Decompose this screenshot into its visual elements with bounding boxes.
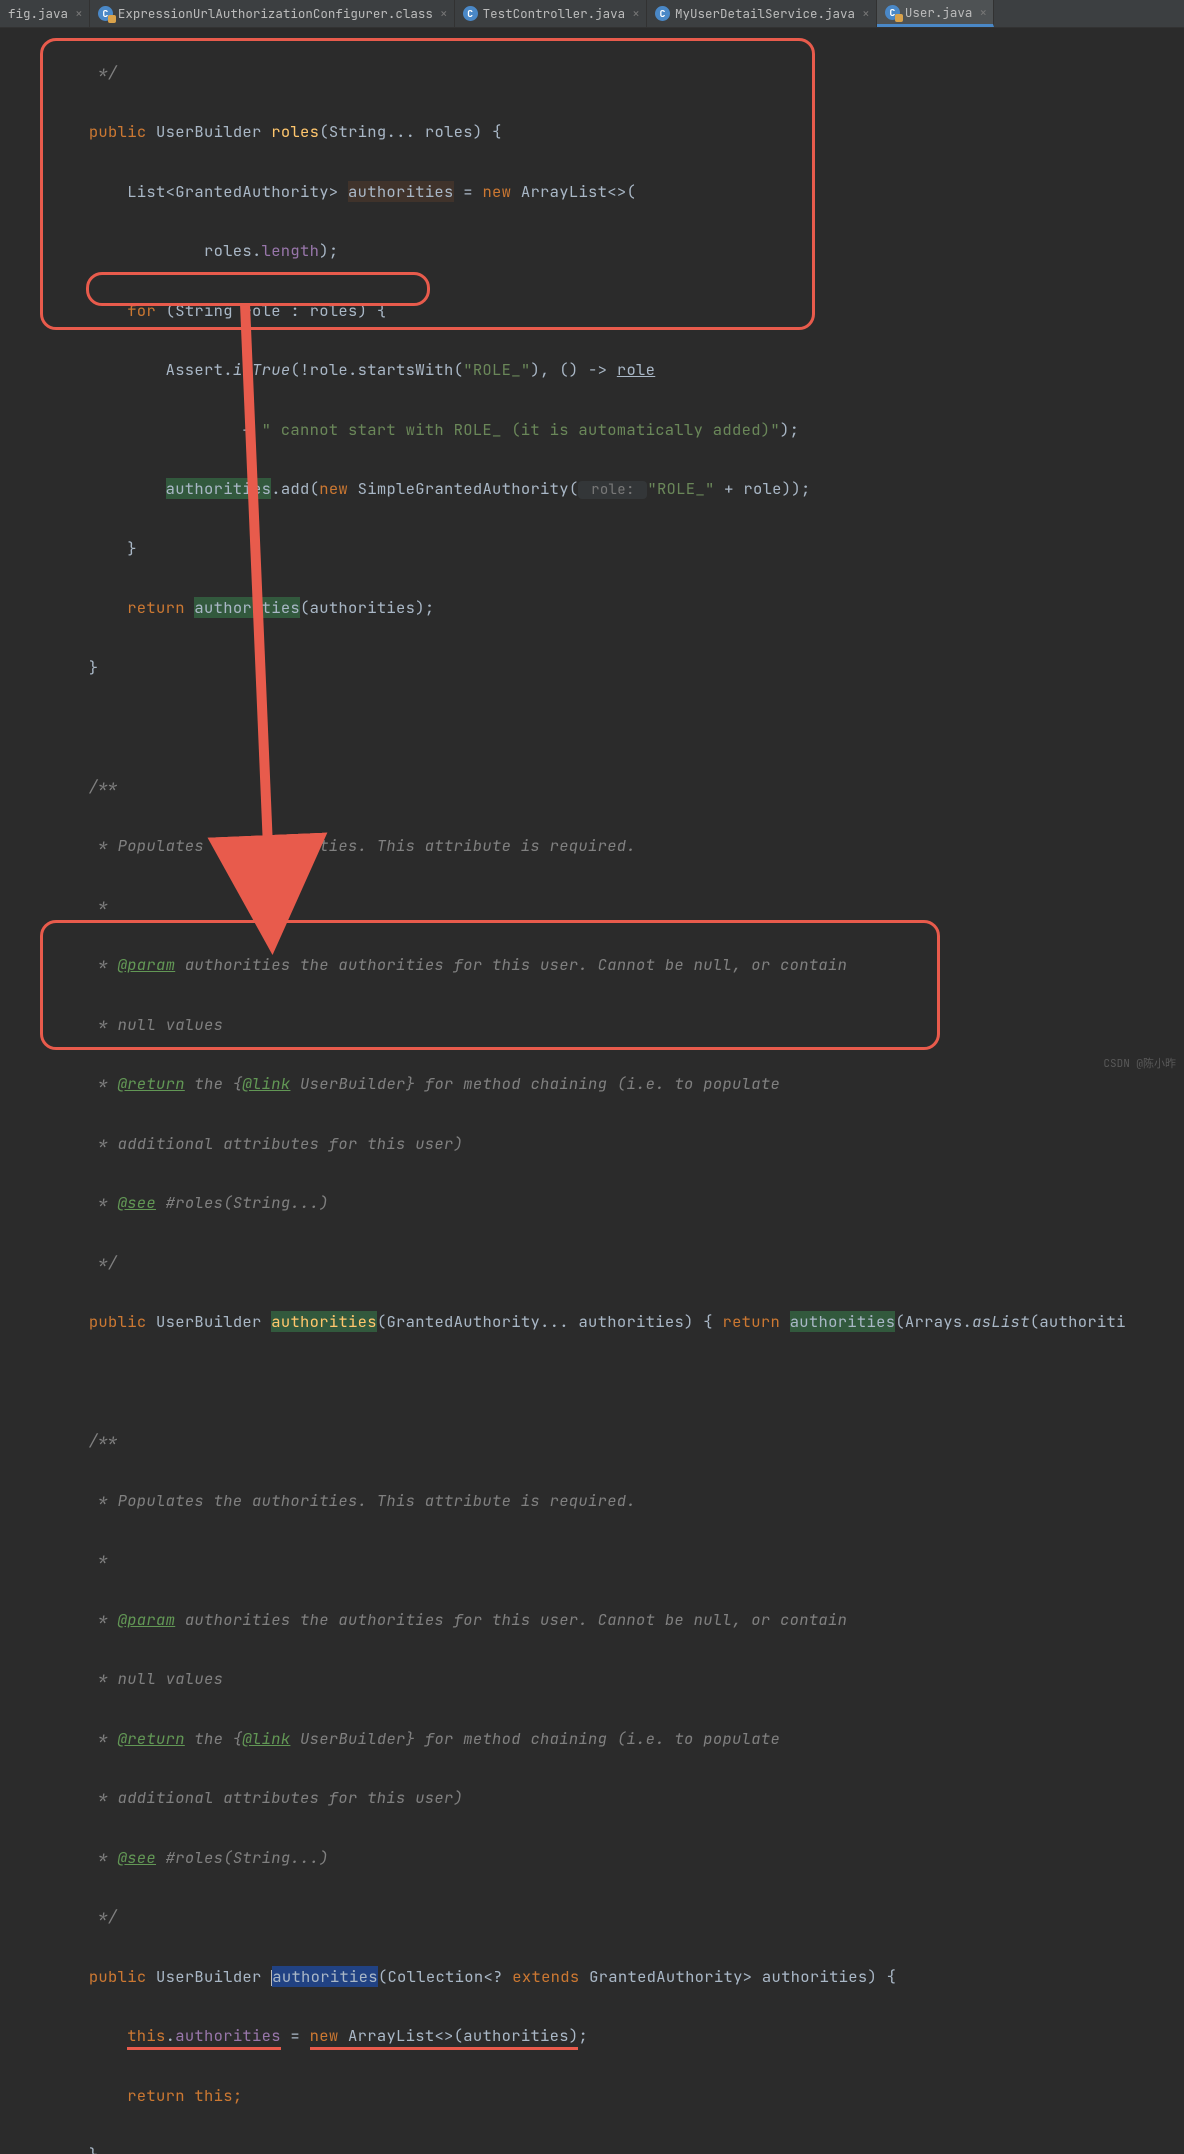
code-line: /** — [12, 1426, 1184, 1456]
code-line: public UserBuilder authorities(GrantedAu… — [12, 1307, 1184, 1337]
code-line: */ — [12, 1248, 1184, 1278]
code-line: + " cannot start with ROLE_ (it is autom… — [12, 415, 1184, 445]
code-line: for (String role : roles) { — [12, 296, 1184, 326]
tab-label: User.java — [905, 4, 973, 21]
code-line: * additional attributes for this user) — [12, 1129, 1184, 1159]
code-line: /** — [12, 772, 1184, 802]
code-line: * null values — [12, 1010, 1184, 1040]
tab-label: TestController.java — [483, 5, 626, 22]
code-line: * @see #roles(String...) — [12, 1188, 1184, 1218]
code-line: List<GrantedAuthority> authorities = new… — [12, 177, 1184, 207]
close-icon[interactable]: × — [632, 5, 640, 22]
code-line: return authorities(authorities); — [12, 593, 1184, 623]
code-line: authorities.add(new SimpleGrantedAuthori… — [12, 474, 1184, 504]
code-line: * @return the {@link UserBuilder} for me… — [12, 1069, 1184, 1099]
watermark: CSDN @陈小昨 — [1103, 1055, 1176, 1071]
code-line: * — [12, 891, 1184, 921]
tab-user-java[interactable]: C User.java × — [877, 0, 994, 27]
class-file-icon: C — [463, 6, 478, 21]
code-line: } — [12, 653, 1184, 683]
tab-expression-url[interactable]: C ExpressionUrlAuthorizationConfigurer.c… — [90, 0, 455, 27]
code-line: * Populates the authorities. This attrib… — [12, 831, 1184, 861]
close-icon[interactable]: × — [75, 5, 83, 22]
code-line: Assert.isTrue(!role.startsWith("ROLE_"),… — [12, 355, 1184, 385]
code-line: * null values — [12, 1664, 1184, 1694]
code-line: roles.length); — [12, 236, 1184, 266]
tab-fig[interactable]: fig.java × — [0, 0, 90, 27]
code-line: * @return the {@link UserBuilder} for me… — [12, 1724, 1184, 1754]
code-editor[interactable]: */ public UserBuilder roles(String... ro… — [0, 28, 1184, 2154]
code-line: */ — [12, 58, 1184, 88]
tab-label: MyUserDetailService.java — [675, 5, 855, 22]
code-line: } — [12, 534, 1184, 564]
code-line: public UserBuilder roles(String... roles… — [12, 117, 1184, 147]
code-line: * additional attributes for this user) — [12, 1783, 1184, 1813]
editor-tabs: fig.java × C ExpressionUrlAuthorizationC… — [0, 0, 1184, 28]
code-line: */ — [12, 1902, 1184, 1932]
code-line: } — [12, 2140, 1184, 2154]
param-hint: role: — [578, 481, 647, 499]
code-line — [12, 1367, 1184, 1397]
tab-myuserdetail[interactable]: C MyUserDetailService.java × — [647, 0, 877, 27]
code-line: * @see #roles(String...) — [12, 1843, 1184, 1873]
code-line: this.authorities = new ArrayList<>(autho… — [12, 2021, 1184, 2051]
code-line: public UserBuilder authorities(Collectio… — [12, 1962, 1184, 1992]
close-icon[interactable]: × — [440, 5, 448, 22]
class-file-icon: C — [885, 5, 900, 20]
code-line: * — [12, 1545, 1184, 1575]
tab-label: ExpressionUrlAuthorizationConfigurer.cla… — [118, 5, 433, 22]
close-icon[interactable]: × — [862, 5, 870, 22]
tab-label: fig.java — [8, 5, 68, 22]
class-file-icon: C — [655, 6, 670, 21]
class-file-icon: C — [98, 6, 113, 21]
code-line: * @param authorities the authorities for… — [12, 950, 1184, 980]
code-line: * @param authorities the authorities for… — [12, 1605, 1184, 1635]
tab-test-controller[interactable]: C TestController.java × — [455, 0, 647, 27]
code-line — [12, 712, 1184, 742]
code-line: * Populates the authorities. This attrib… — [12, 1486, 1184, 1516]
code-line: return this; — [12, 2081, 1184, 2111]
close-icon[interactable]: × — [979, 4, 987, 21]
